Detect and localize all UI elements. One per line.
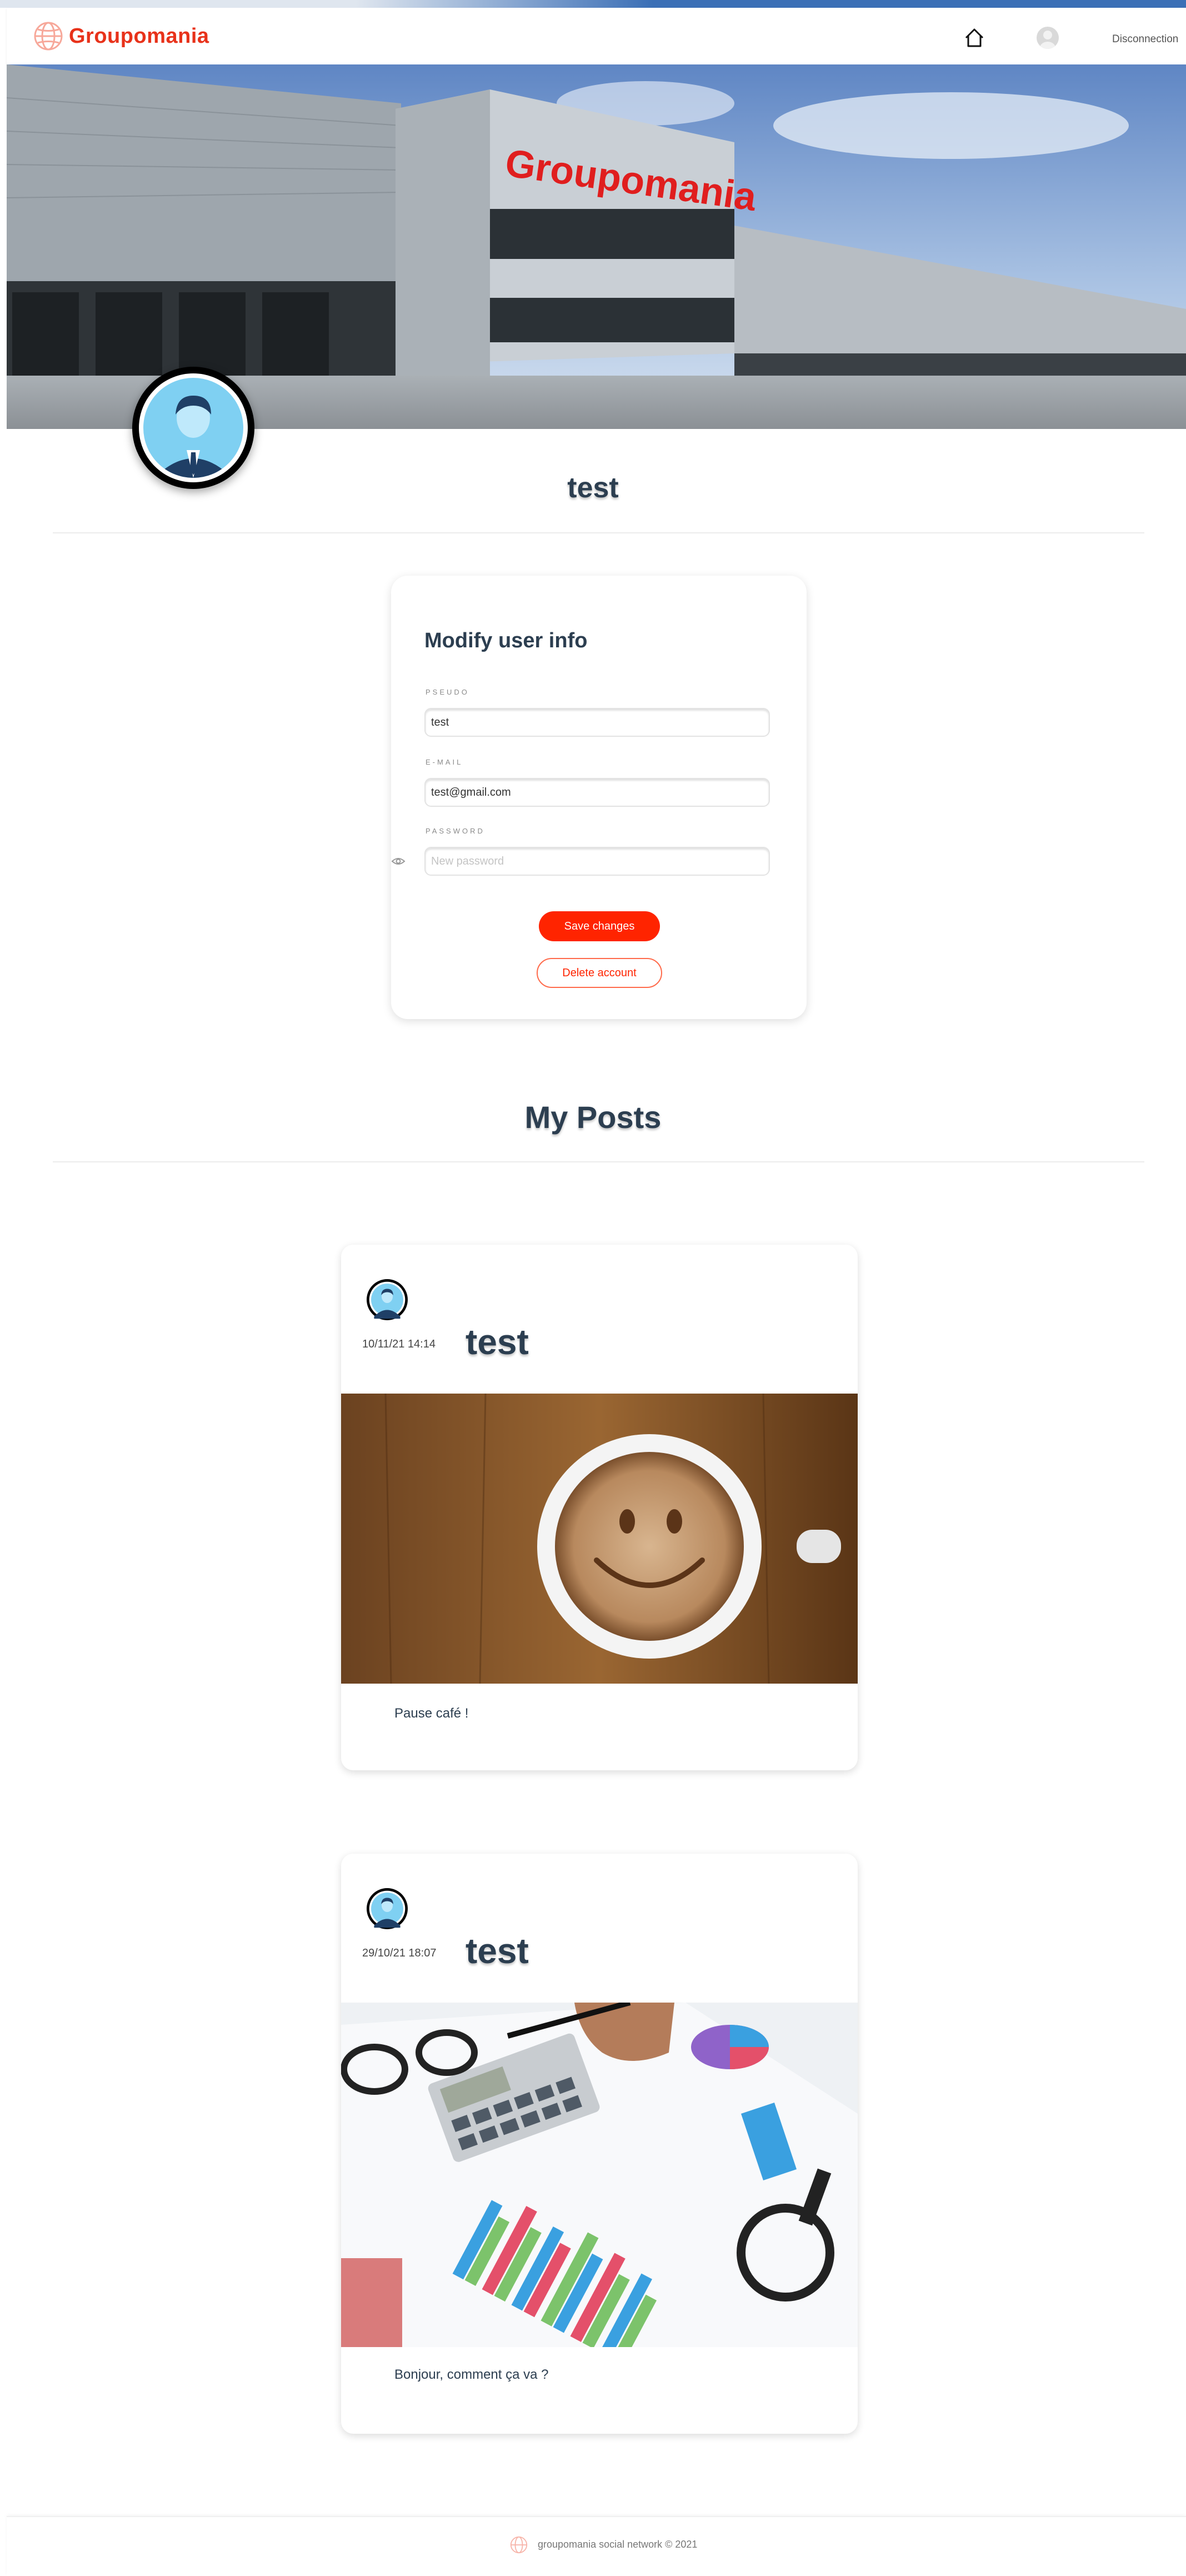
post-image-coffee[interactable] (341, 1394, 858, 1684)
post-author: test (466, 1322, 529, 1362)
logout-link[interactable]: Disconnection (1112, 33, 1178, 46)
post-date: 10/11/21 14:14 (362, 1338, 436, 1350)
my-posts-title: My Posts (524, 1100, 662, 1135)
password-label: PASSWORD (426, 827, 485, 835)
show-password-eye-icon[interactable] (391, 856, 406, 867)
post-author-avatar[interactable] (367, 1279, 408, 1320)
brand-logo[interactable]: Groupomania (33, 21, 209, 51)
footer-text: groupomania social network © 2021 (538, 2539, 698, 2550)
avatar-silhouette (1040, 31, 1055, 49)
user-avatar-icon[interactable] (1037, 27, 1059, 49)
post-author: test (466, 1931, 529, 1971)
pseudo-input[interactable] (424, 708, 770, 737)
divider (53, 532, 1144, 533)
password-input[interactable] (424, 847, 770, 876)
globe-icon (510, 2536, 528, 2554)
post-image-calculator[interactable] (341, 2003, 858, 2347)
delete-account-button[interactable]: Delete account (537, 958, 662, 988)
email-input[interactable] (424, 778, 770, 807)
profile-name: test (567, 472, 619, 504)
post-date: 29/10/21 18:07 (362, 1947, 437, 1959)
post-card: 10/11/21 14:14 test Pause café ! (341, 1245, 858, 1770)
brand-name: Groupomania (69, 24, 209, 48)
businessman-avatar-icon (369, 1281, 406, 1319)
post-text: Pause café ! (394, 1706, 469, 1721)
post-text: Bonjour, comment ça va ? (394, 2367, 549, 2382)
divider (53, 1161, 1144, 1162)
home-icon[interactable] (963, 27, 985, 49)
form-title: Modify user info (424, 629, 588, 652)
profile-avatar[interactable] (132, 367, 254, 489)
top-accent-line (0, 0, 1186, 8)
businessman-avatar-icon (369, 1890, 406, 1928)
pseudo-label: PSEUDO (426, 688, 469, 696)
save-changes-button[interactable]: Save changes (539, 911, 660, 941)
post-card: 29/10/21 18:07 test Bonjour, comment ça … (341, 1854, 858, 2434)
globe-icon (34, 22, 63, 51)
email-label: E-MAIL (426, 758, 463, 766)
modify-user-card: Modify user info PSEUDO E-MAIL PASSWORD (391, 576, 807, 1019)
businessman-avatar-icon (139, 373, 248, 482)
top-navbar: Groupomania Disconnection (7, 8, 1186, 64)
post-author-avatar[interactable] (367, 1888, 408, 1929)
